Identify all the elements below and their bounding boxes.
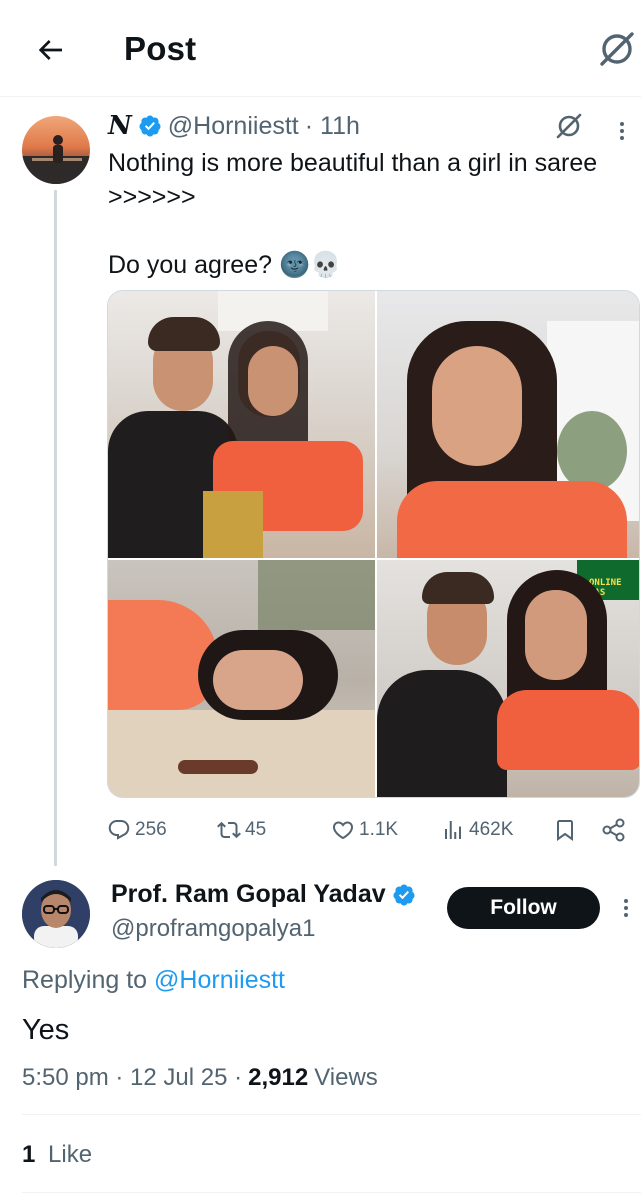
share-icon	[602, 818, 625, 842]
views-button[interactable]: 462K	[441, 812, 513, 848]
mention-link[interactable]: @Horniiestt	[154, 966, 285, 994]
like-button[interactable]: 1.1K	[331, 812, 398, 848]
timestamp[interactable]: 5:50 pm · 12 Jul 25 ·	[22, 1064, 242, 1092]
post-age: · 11h	[304, 111, 360, 140]
display-name[interactable]: N	[108, 111, 132, 141]
back-button[interactable]	[30, 30, 70, 70]
more-options-icon[interactable]	[616, 893, 636, 923]
avatar[interactable]	[22, 116, 90, 184]
post-actions: 256 45 1.1K 462K	[107, 812, 637, 848]
reply-button[interactable]: 256	[107, 812, 167, 848]
repost-button[interactable]: 45	[217, 812, 266, 848]
top-bar: Post	[0, 0, 641, 97]
more-options-icon[interactable]	[612, 116, 632, 146]
repost-icon	[217, 821, 241, 839]
likes-count: 1	[22, 1141, 36, 1168]
bookmark-icon	[557, 820, 573, 841]
replying-to: Replying to @Horniiestt	[22, 966, 285, 995]
divider	[22, 1192, 641, 1193]
share-button[interactable]	[601, 812, 631, 848]
grok-icon[interactable]	[554, 111, 584, 141]
views-label: Views	[314, 1064, 378, 1091]
reply-icon	[108, 820, 130, 840]
media-grid: ONLINE CAS	[107, 290, 640, 798]
page-title: Post	[124, 30, 197, 67]
replying-prefix: Replying to	[22, 966, 148, 994]
repost-count: 45	[245, 819, 267, 840]
avatar[interactable]	[22, 880, 90, 948]
follow-button[interactable]: Follow	[447, 887, 600, 929]
verified-badge-icon	[393, 884, 415, 905]
post-meta: 5:50 pm · 12 Jul 25 · 2,912 Views	[22, 1064, 378, 1092]
display-name[interactable]: Prof. Ram Gopal Yadav	[111, 880, 386, 909]
views-count: 2,912	[248, 1064, 309, 1091]
reply-text: Yes	[22, 1014, 70, 1046]
likes-label: Like	[48, 1141, 93, 1168]
reply-author-name[interactable]: Prof. Ram Gopal Yadav	[111, 880, 422, 909]
verified-badge-icon	[139, 115, 161, 137]
handle[interactable]: @Horniiestt	[168, 112, 299, 141]
like-count: 1.1K	[359, 819, 399, 840]
post-image[interactable]	[108, 560, 375, 797]
grok-icon[interactable]	[596, 28, 638, 70]
view-count: 462K	[469, 819, 514, 840]
post-text: Nothing is more beautiful than a girl in…	[108, 149, 598, 279]
likes-summary[interactable]: 1 Like	[22, 1141, 92, 1169]
divider	[22, 1114, 641, 1115]
post-image[interactable]: ONLINE CAS	[377, 560, 639, 797]
bookmark-button[interactable]	[553, 812, 581, 848]
reply-count: 256	[135, 819, 167, 840]
post-image[interactable]	[377, 291, 639, 558]
thread-line	[54, 190, 57, 866]
arrow-left-icon	[38, 40, 62, 60]
post-image[interactable]	[108, 291, 375, 558]
handle[interactable]: @proframgopalya1	[111, 915, 315, 943]
heart-icon	[332, 821, 354, 840]
views-chart-icon	[445, 821, 461, 839]
post-header: N @Horniiestt · 11h	[108, 110, 360, 142]
